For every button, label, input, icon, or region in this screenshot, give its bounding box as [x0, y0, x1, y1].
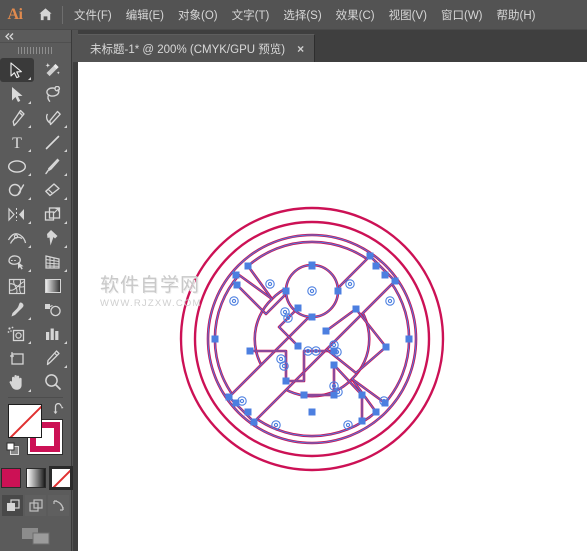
panel-collapse-icon[interactable] [0, 30, 71, 43]
type-tool[interactable]: T [0, 130, 34, 154]
color-mode-buttons [0, 466, 73, 490]
draw-behind-button[interactable] [25, 495, 46, 516]
eraser-tool[interactable] [36, 178, 70, 202]
menu-type[interactable]: 文字(T) [225, 0, 277, 30]
illustrator-window: Ai 文件(F) 编辑(E) 对象(O) 文字(T) 选择(S) 效果(C) 视… [0, 0, 587, 551]
document-tab-title: 未标题-1* @ 200% (CMYK/GPU 预览) [90, 43, 286, 56]
tool-flyout-indicator [63, 173, 67, 176]
ellipse-tool[interactable] [0, 154, 34, 178]
menu-file[interactable]: 文件(F) [67, 0, 119, 30]
line-segment-tool[interactable] [36, 130, 70, 154]
free-transform-tool[interactable] [36, 226, 70, 250]
color-mode-none[interactable] [48, 466, 73, 490]
tool-flyout-indicator [27, 317, 31, 320]
tool-flyout-indicator [27, 101, 31, 104]
direct-selection-tool[interactable] [0, 82, 34, 106]
menu-window[interactable]: 窗口(W) [434, 0, 490, 30]
scale-tool[interactable] [36, 202, 70, 226]
tool-flyout-indicator [63, 365, 67, 368]
tool-flyout-indicator [27, 197, 31, 200]
tool-flyout-indicator [27, 245, 31, 248]
menu-edit[interactable]: 编辑(E) [119, 0, 171, 30]
gradient-tool[interactable] [36, 274, 70, 298]
menu-effect[interactable]: 效果(C) [329, 0, 382, 30]
curvature-tool[interactable] [36, 106, 70, 130]
tool-flyout-indicator [27, 269, 31, 272]
menu-object[interactable]: 对象(O) [171, 0, 225, 30]
tool-flyout-indicator [27, 77, 31, 80]
draw-mode-buttons [0, 495, 71, 516]
home-icon[interactable] [30, 0, 60, 30]
magic-wand-tool[interactable] [36, 58, 70, 82]
panel-grip[interactable] [0, 43, 71, 57]
tool-flyout-indicator [63, 197, 67, 200]
width-tool[interactable] [0, 226, 34, 250]
blend-tool[interactable] [36, 298, 70, 322]
tool-flyout-indicator [27, 221, 31, 224]
fill-swatch[interactable] [8, 404, 42, 438]
document-tab[interactable]: 未标题-1* @ 200% (CMYK/GPU 预览) × [78, 34, 316, 62]
perspective-grid-tool[interactable] [36, 250, 70, 274]
swap-fill-stroke-icon[interactable] [52, 402, 65, 418]
symbol-sprayer-tool[interactable] [0, 322, 34, 346]
document-tab-bar: 未标题-1* @ 200% (CMYK/GPU 预览) × [78, 30, 587, 62]
tool-grid: T [0, 57, 71, 394]
color-mode-solid[interactable] [0, 468, 21, 488]
panel-divider [8, 397, 63, 398]
tool-flyout-indicator [27, 125, 31, 128]
tool-flyout-indicator [27, 389, 31, 392]
tool-flyout-indicator [63, 269, 67, 272]
tools-panel: T [0, 30, 73, 551]
pen-tool[interactable] [0, 106, 34, 130]
menu-view[interactable]: 视图(V) [382, 0, 434, 30]
menu-bar: Ai 文件(F) 编辑(E) 对象(O) 文字(T) 选择(S) 效果(C) 视… [0, 0, 587, 30]
artboard[interactable]: 软件自学网 WWW.RJZXW.COM [78, 62, 587, 551]
lasso-tool[interactable] [36, 82, 70, 106]
tool-flyout-indicator [27, 173, 31, 176]
default-fill-stroke-icon[interactable] [6, 442, 20, 461]
column-graph-tool[interactable] [36, 322, 70, 346]
close-icon[interactable]: × [297, 43, 304, 55]
canvas-area: 软件自学网 WWW.RJZXW.COM [73, 62, 587, 551]
tool-flyout-indicator [63, 149, 67, 152]
app-logo-icon: Ai [7, 5, 24, 23]
shaper-tool[interactable] [0, 178, 34, 202]
menu-help[interactable]: 帮助(H) [490, 0, 543, 30]
shape-builder-tool[interactable] [0, 250, 34, 274]
tool-flyout-indicator [27, 149, 31, 152]
draw-inside-button[interactable] [48, 495, 69, 516]
menu-divider [62, 5, 63, 24]
menu-select[interactable]: 选择(S) [276, 0, 328, 30]
tool-flyout-indicator [63, 125, 67, 128]
artboard-tool[interactable] [0, 346, 34, 370]
tool-flyout-indicator [63, 221, 67, 224]
hand-tool[interactable] [0, 370, 34, 394]
circular-emblem-artwork[interactable] [78, 62, 587, 551]
fill-stroke-controls [0, 402, 71, 464]
rotate-tool[interactable] [0, 202, 34, 226]
mesh-tool[interactable] [0, 274, 34, 298]
center-circle [284, 263, 340, 319]
slice-tool[interactable] [36, 346, 70, 370]
screen-mode-button[interactable] [0, 526, 71, 546]
color-mode-gradient[interactable] [25, 468, 46, 488]
tool-flyout-indicator [63, 245, 67, 248]
draw-normal-button[interactable] [2, 495, 23, 516]
svg-text:T: T [12, 135, 22, 151]
tool-flyout-indicator [27, 341, 31, 344]
eyedropper-tool[interactable] [0, 298, 34, 322]
paintbrush-tool[interactable] [36, 154, 70, 178]
tool-flyout-indicator [63, 341, 67, 344]
zoom-tool[interactable] [36, 370, 70, 394]
selection-tool[interactable] [0, 58, 34, 82]
